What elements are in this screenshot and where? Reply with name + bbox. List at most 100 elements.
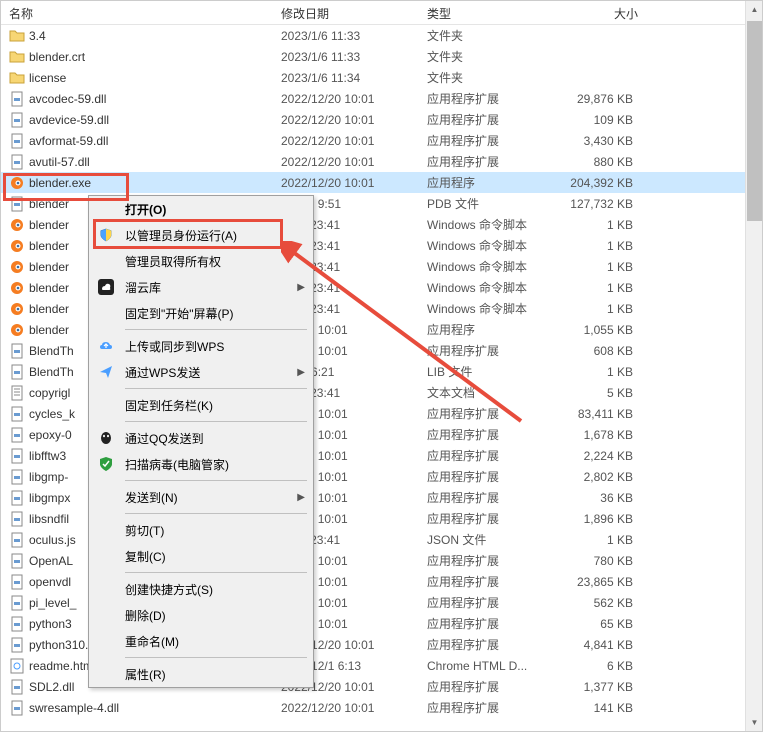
file-type: 应用程序扩展 bbox=[419, 487, 547, 508]
file-name: blender bbox=[29, 218, 69, 232]
file-name: pi_level_ bbox=[29, 596, 76, 610]
menu-pin-taskbar[interactable]: 固定到任务栏(K) bbox=[89, 392, 313, 418]
file-row[interactable]: blender.crt2023/1/6 11:33文件夹 bbox=[1, 46, 762, 67]
file-row[interactable]: avcodec-59.dll2022/12/20 10:01应用程序扩展29,8… bbox=[1, 88, 762, 109]
send-icon bbox=[97, 363, 115, 381]
menu-scan-virus[interactable]: 扫描病毒(电脑管家) bbox=[89, 451, 313, 477]
file-date: 2022/12/20 10:01 bbox=[273, 699, 419, 717]
file-size: 1,896 KB bbox=[547, 510, 647, 528]
file-name: 3.4 bbox=[29, 29, 46, 43]
file-type: 文件夹 bbox=[419, 25, 547, 46]
menu-delete[interactable]: 删除(D) bbox=[89, 602, 313, 628]
file-icon bbox=[9, 427, 25, 443]
file-icon bbox=[9, 70, 25, 86]
file-type: Windows 命令脚本 bbox=[419, 235, 547, 256]
scroll-down-icon[interactable]: ▼ bbox=[746, 714, 763, 731]
file-icon bbox=[9, 469, 25, 485]
scroll-thumb[interactable] bbox=[747, 21, 762, 221]
scrollbar[interactable]: ▲ ▼ bbox=[745, 1, 762, 731]
header-size[interactable]: 大小 bbox=[547, 1, 647, 24]
submenu-arrow-icon: ▶ bbox=[297, 282, 305, 293]
file-row[interactable]: license2023/1/6 11:34文件夹 bbox=[1, 67, 762, 88]
file-type: 应用程序扩展 bbox=[419, 550, 547, 571]
file-icon bbox=[9, 91, 25, 107]
file-row[interactable]: swresample-4.dll2022/12/20 10:01应用程序扩展14… bbox=[1, 697, 762, 718]
file-icon bbox=[9, 679, 25, 695]
scroll-up-icon[interactable]: ▲ bbox=[746, 1, 763, 18]
file-type: 应用程序扩展 bbox=[419, 88, 547, 109]
file-name: BlendTh bbox=[29, 344, 74, 358]
submenu-arrow-icon: ▶ bbox=[297, 492, 305, 503]
menu-send-to[interactable]: 发送到(N)▶ bbox=[89, 484, 313, 510]
file-type: 文件夹 bbox=[419, 67, 547, 88]
file-icon bbox=[9, 532, 25, 548]
file-name: blender bbox=[29, 281, 69, 295]
menu-run-as-admin[interactable]: 以管理员身份运行(A) bbox=[89, 222, 313, 248]
menu-upload-wps[interactable]: 上传或同步到WPS bbox=[89, 333, 313, 359]
menu-copy[interactable]: 复制(C) bbox=[89, 543, 313, 569]
menu-send-wps[interactable]: 通过WPS发送▶ bbox=[89, 359, 313, 385]
antivirus-icon bbox=[97, 455, 115, 473]
menu-send-qq[interactable]: 通过QQ发送到 bbox=[89, 425, 313, 451]
file-name: avdevice-59.dll bbox=[29, 113, 109, 127]
menu-separator bbox=[125, 421, 307, 422]
file-row[interactable]: blender.exe2022/12/20 10:01应用程序204,392 K… bbox=[1, 172, 762, 193]
file-size: 1 KB bbox=[547, 363, 647, 381]
file-icon bbox=[9, 574, 25, 590]
cloud-upload-icon bbox=[97, 337, 115, 355]
menu-create-shortcut[interactable]: 创建快捷方式(S) bbox=[89, 576, 313, 602]
file-type: 应用程序扩展 bbox=[419, 109, 547, 130]
file-size: 2,224 KB bbox=[547, 447, 647, 465]
file-name: copyrigl bbox=[29, 386, 70, 400]
menu-pin-start[interactable]: 固定到"开始"屏幕(P) bbox=[89, 300, 313, 326]
file-size: 1,377 KB bbox=[547, 678, 647, 696]
file-row[interactable]: avdevice-59.dll2022/12/20 10:01应用程序扩展109… bbox=[1, 109, 762, 130]
file-name: openvdl bbox=[29, 575, 71, 589]
header-type[interactable]: 类型 bbox=[419, 1, 547, 24]
file-size: 562 KB bbox=[547, 594, 647, 612]
file-icon bbox=[9, 343, 25, 359]
file-type: Windows 命令脚本 bbox=[419, 277, 547, 298]
file-name: readme.html bbox=[29, 659, 96, 673]
file-date: 2023/1/6 11:33 bbox=[273, 48, 419, 66]
file-size bbox=[547, 34, 647, 38]
file-icon bbox=[9, 364, 25, 380]
file-name: blender.crt bbox=[29, 50, 85, 64]
file-type: 应用程序扩展 bbox=[419, 634, 547, 655]
file-size: 23,865 KB bbox=[547, 573, 647, 591]
file-name: blender bbox=[29, 239, 69, 253]
header-date[interactable]: 修改日期 bbox=[273, 1, 419, 24]
file-icon bbox=[9, 112, 25, 128]
file-row[interactable]: avutil-57.dll2022/12/20 10:01应用程序扩展880 K… bbox=[1, 151, 762, 172]
file-name: avutil-57.dll bbox=[29, 155, 90, 169]
file-size: 4,841 KB bbox=[547, 636, 647, 654]
file-name: blender bbox=[29, 260, 69, 274]
file-row[interactable]: avformat-59.dll2022/12/20 10:01应用程序扩展3,4… bbox=[1, 130, 762, 151]
file-icon bbox=[9, 595, 25, 611]
menu-liuyunku[interactable]: 溜云库▶ bbox=[89, 274, 313, 300]
file-type: 应用程序扩展 bbox=[419, 676, 547, 697]
file-size: 65 KB bbox=[547, 615, 647, 633]
file-type: Chrome HTML D... bbox=[419, 657, 547, 675]
menu-rename[interactable]: 重命名(M) bbox=[89, 628, 313, 654]
file-date: 2022/12/20 10:01 bbox=[273, 174, 419, 192]
file-date: 2023/1/6 11:33 bbox=[273, 27, 419, 45]
file-row[interactable]: 3.4 2023/1/6 11:33文件夹 bbox=[1, 25, 762, 46]
file-icon bbox=[9, 616, 25, 632]
menu-take-ownership[interactable]: 管理员取得所有权 bbox=[89, 248, 313, 274]
file-name: python3 bbox=[29, 617, 72, 631]
file-size: 1,055 KB bbox=[547, 321, 647, 339]
file-date: 2022/12/20 10:01 bbox=[273, 132, 419, 150]
file-icon bbox=[9, 448, 25, 464]
file-size: 2,802 KB bbox=[547, 468, 647, 486]
menu-open[interactable]: 打开(O) bbox=[89, 196, 313, 222]
file-icon bbox=[9, 238, 25, 254]
file-name: blender bbox=[29, 323, 69, 337]
file-size bbox=[547, 55, 647, 59]
file-type: 应用程序扩展 bbox=[419, 403, 547, 424]
header-name[interactable]: 名称 bbox=[1, 1, 273, 24]
menu-properties[interactable]: 属性(R) bbox=[89, 661, 313, 687]
file-size bbox=[547, 76, 647, 80]
menu-cut[interactable]: 剪切(T) bbox=[89, 517, 313, 543]
file-name: libgmpx bbox=[29, 491, 70, 505]
